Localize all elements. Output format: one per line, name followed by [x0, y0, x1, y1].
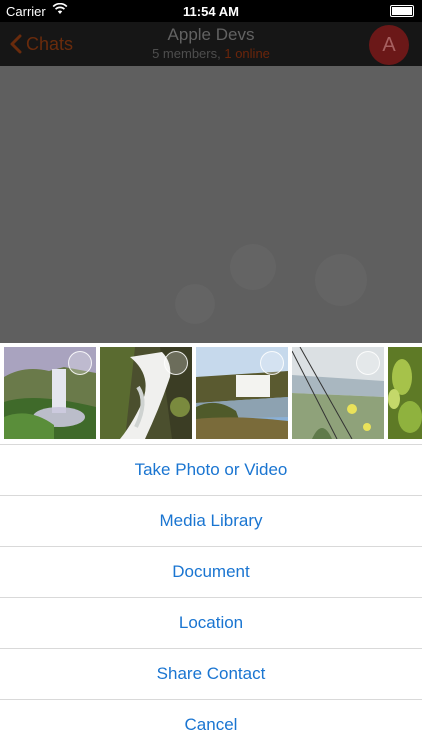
- take-photo-button[interactable]: Take Photo or Video: [0, 444, 422, 495]
- location-button[interactable]: Location: [0, 597, 422, 648]
- nav-bar: Chats Apple Devs 5 members, 1 online A: [0, 22, 422, 66]
- document-button[interactable]: Document: [0, 546, 422, 597]
- members-count: 5 members,: [152, 46, 221, 61]
- select-circle-icon[interactable]: [356, 351, 380, 375]
- background-pattern: [315, 254, 367, 306]
- cancel-button[interactable]: Cancel: [0, 699, 422, 750]
- photo-strip[interactable]: [0, 343, 422, 444]
- online-count: 1 online: [224, 46, 270, 61]
- background-pattern: [175, 284, 215, 324]
- chat-subtitle: 5 members, 1 online: [0, 46, 422, 61]
- select-circle-icon[interactable]: [164, 351, 188, 375]
- status-bar: Carrier 11:54 AM: [0, 0, 422, 22]
- attachment-sheet: Take Photo or Video Media Library Docume…: [0, 343, 422, 750]
- photo-thumbnail[interactable]: [100, 347, 192, 439]
- photo-green-leaves: [388, 347, 422, 439]
- action-list: Take Photo or Video Media Library Docume…: [0, 444, 422, 750]
- background-pattern: [230, 244, 276, 290]
- photo-thumbnail[interactable]: [388, 347, 422, 439]
- avatar-letter: A: [382, 33, 396, 56]
- battery-icon: [390, 5, 414, 17]
- chat-background-overlay[interactable]: [0, 66, 422, 343]
- share-contact-button[interactable]: Share Contact: [0, 648, 422, 699]
- photo-thumbnail[interactable]: [292, 347, 384, 439]
- media-library-button[interactable]: Media Library: [0, 495, 422, 546]
- chat-title[interactable]: Apple Devs: [0, 25, 422, 45]
- select-circle-icon[interactable]: [260, 351, 284, 375]
- clock: 11:54 AM: [183, 4, 239, 19]
- photo-thumbnail[interactable]: [196, 347, 288, 439]
- select-circle-icon[interactable]: [68, 351, 92, 375]
- avatar[interactable]: A: [369, 25, 409, 65]
- photo-thumbnail[interactable]: [4, 347, 96, 439]
